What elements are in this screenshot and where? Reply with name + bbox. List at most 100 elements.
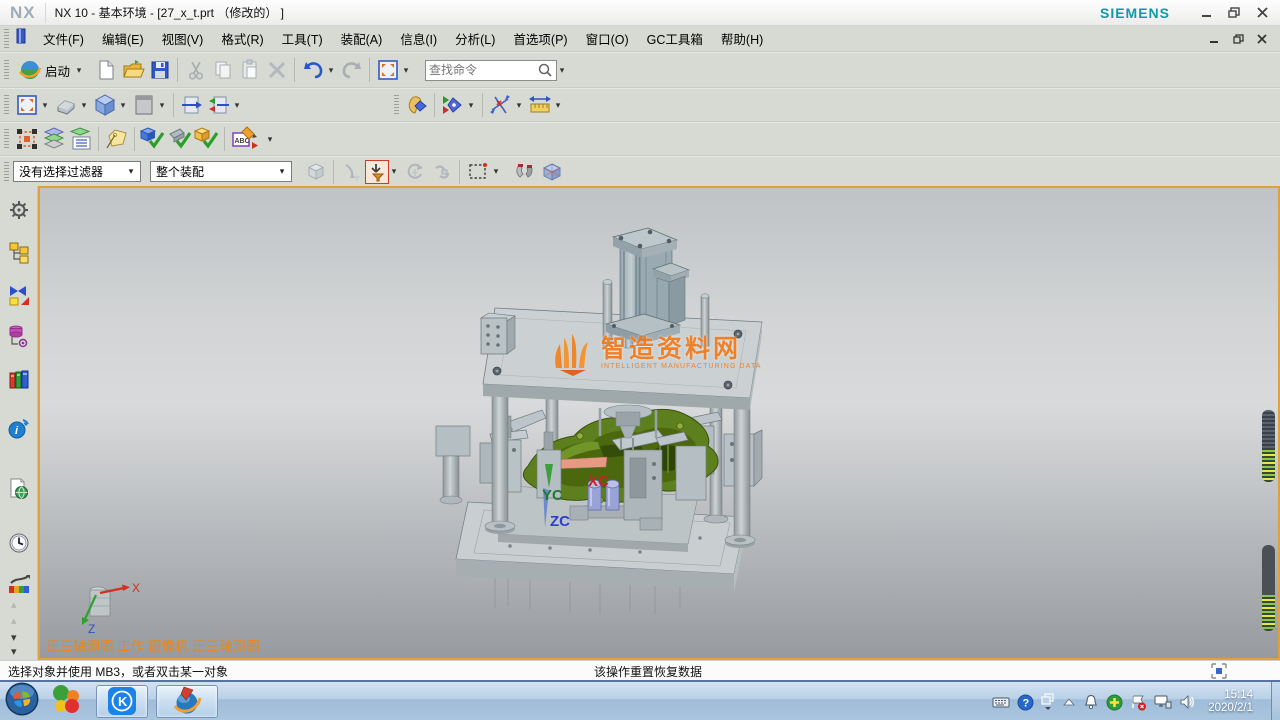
plate-edge-block[interactable] xyxy=(481,313,515,354)
layer-visibility-button[interactable] xyxy=(67,126,94,153)
attribute-edit-dropdown[interactable]: ▾ xyxy=(265,134,275,145)
move-object-button[interactable] xyxy=(13,126,40,153)
menu-file[interactable]: 文件(F) xyxy=(34,25,93,52)
assembly-navigator-icon[interactable] xyxy=(7,241,31,265)
touch-mode-button[interactable] xyxy=(374,57,401,84)
measure-distance-dropdown[interactable]: ▾ xyxy=(553,100,563,111)
minimize-button[interactable] xyxy=(1200,7,1212,19)
3d-model-fixture-assembly[interactable]: XC YC ZC xyxy=(40,188,1278,658)
window-section-button[interactable] xyxy=(178,92,205,119)
action-center-flag-icon[interactable] xyxy=(1130,694,1147,711)
close-button[interactable] xyxy=(1256,7,1268,19)
examine-geometry-button[interactable] xyxy=(139,126,166,153)
antivirus-tray-icon[interactable] xyxy=(1106,694,1123,711)
menu-preferences[interactable]: 首选项(P) xyxy=(504,25,576,52)
search-dropdown[interactable]: ▾ xyxy=(557,65,567,76)
child-minimize-button[interactable] xyxy=(1208,33,1220,45)
face-analysis-button[interactable] xyxy=(403,92,430,119)
measure-distance-button[interactable] xyxy=(526,92,553,119)
restore-windows-tray-icon[interactable] xyxy=(1041,693,1055,711)
check-body-button[interactable] xyxy=(193,126,220,153)
ime-keyboard-icon[interactable] xyxy=(992,694,1010,710)
marquee-select-button[interactable] xyxy=(464,158,491,185)
analysis-toolbar-grip[interactable] xyxy=(394,95,399,115)
volume-tray-icon[interactable] xyxy=(1179,694,1195,710)
open-file-button[interactable] xyxy=(119,57,146,84)
save-button[interactable] xyxy=(146,57,173,84)
graphics-window[interactable]: XC YC ZC xyxy=(38,186,1280,660)
menu-format[interactable]: 格式(R) xyxy=(212,25,272,52)
taskbar-nx-app-button[interactable] xyxy=(156,685,218,718)
restore-button[interactable] xyxy=(1228,7,1240,19)
top-selection-priority-button[interactable] xyxy=(365,160,389,184)
show-hidden-icons-button[interactable] xyxy=(1062,696,1076,708)
start-button[interactable] xyxy=(4,681,40,720)
network-tray-icon[interactable] xyxy=(1154,694,1172,710)
toolbar-grip[interactable] xyxy=(4,60,9,80)
fit-view-button[interactable] xyxy=(13,92,40,119)
sheet-part-dropdown[interactable]: ▾ xyxy=(79,100,89,111)
front-left-block[interactable] xyxy=(436,426,470,504)
resource-scroll-down[interactable]: ▾ xyxy=(11,633,17,643)
menubar-grip[interactable] xyxy=(4,29,9,49)
edit-section-button[interactable] xyxy=(205,92,232,119)
annotation-tag-button[interactable] xyxy=(103,126,130,153)
resource-scroll-bottom[interactable]: ▾ xyxy=(11,647,17,657)
menu-information[interactable]: 信息(I) xyxy=(391,25,446,52)
part-navigator-icon[interactable] xyxy=(7,324,31,348)
menu-analysis[interactable]: 分析(L) xyxy=(446,25,504,52)
search-icon[interactable] xyxy=(537,62,553,78)
roles-gear-icon[interactable] xyxy=(7,198,31,222)
check-tool-button[interactable] xyxy=(166,126,193,153)
color-palette-icon[interactable] xyxy=(7,573,31,597)
selection-bar-grip[interactable] xyxy=(4,162,9,182)
view-toolbar-grip[interactable] xyxy=(4,95,9,115)
selection-filter-dropdown[interactable]: 没有选择过滤器▾ xyxy=(13,161,141,182)
view-triad[interactable]: X Z xyxy=(68,577,142,640)
undo-dropdown[interactable]: ▾ xyxy=(326,65,336,76)
layer-settings-button[interactable] xyxy=(40,126,67,153)
snap-point-button[interactable] xyxy=(511,158,538,185)
command-search-input[interactable] xyxy=(429,63,537,77)
show-desktop-button[interactable] xyxy=(1271,682,1280,720)
reuse-library-icon[interactable] xyxy=(7,367,31,391)
render-style-dropdown[interactable]: ▾ xyxy=(157,100,167,111)
help-tray-icon[interactable]: ? xyxy=(1017,694,1034,711)
taskbar-clock[interactable]: 15:14 2020/2/1 xyxy=(1208,689,1253,715)
selection-scope-dropdown[interactable]: 整个装配▾ xyxy=(150,161,292,182)
undo-button[interactable] xyxy=(299,57,326,84)
edit-section-dropdown[interactable]: ▾ xyxy=(232,100,242,111)
menu-gc-toolbox[interactable]: GC工具箱 xyxy=(638,25,712,52)
menu-tools[interactable]: 工具(T) xyxy=(273,25,332,52)
menu-edit[interactable]: 编辑(E) xyxy=(93,25,153,52)
new-file-button[interactable] xyxy=(92,57,119,84)
sheet-part-button[interactable] xyxy=(52,92,79,119)
pinned-app-icon[interactable] xyxy=(50,683,82,720)
animation-dropdown[interactable]: ▾ xyxy=(466,100,476,111)
start-menu-button[interactable]: 启动▾ xyxy=(13,56,92,84)
child-close-button[interactable] xyxy=(1256,33,1268,45)
render-style-button[interactable] xyxy=(130,92,157,119)
utility-toolbar-grip[interactable] xyxy=(4,129,9,149)
isometric-view-dropdown[interactable]: ▾ xyxy=(118,100,128,111)
menu-assemblies[interactable]: 装配(A) xyxy=(332,25,392,52)
child-restore-button[interactable] xyxy=(1232,33,1244,45)
web-browser-icon[interactable]: i xyxy=(7,417,31,441)
menu-help[interactable]: 帮助(H) xyxy=(712,25,772,52)
isometric-view-button[interactable] xyxy=(91,92,118,119)
attribute-edit-button[interactable]: ABC xyxy=(229,126,265,153)
snap-cube-button[interactable] xyxy=(538,158,565,185)
hd3d-tools-icon[interactable] xyxy=(7,477,31,501)
constraint-navigator-icon[interactable] xyxy=(7,283,31,307)
marquee-select-dropdown[interactable]: ▾ xyxy=(491,166,501,177)
animation-play-button[interactable] xyxy=(439,92,466,119)
menu-view[interactable]: 视图(V) xyxy=(153,25,213,52)
menu-window[interactable]: 窗口(O) xyxy=(577,25,638,52)
fit-view-dropdown[interactable]: ▾ xyxy=(40,100,50,111)
touch-mode-dropdown[interactable]: ▾ xyxy=(401,65,411,76)
measure-angle-button[interactable] xyxy=(487,92,514,119)
taskbar-k-app-button[interactable]: K xyxy=(96,685,148,718)
history-clock-icon[interactable] xyxy=(7,531,31,555)
notification-bell-icon[interactable] xyxy=(1083,694,1099,710)
measure-angle-dropdown[interactable]: ▾ xyxy=(514,100,524,111)
